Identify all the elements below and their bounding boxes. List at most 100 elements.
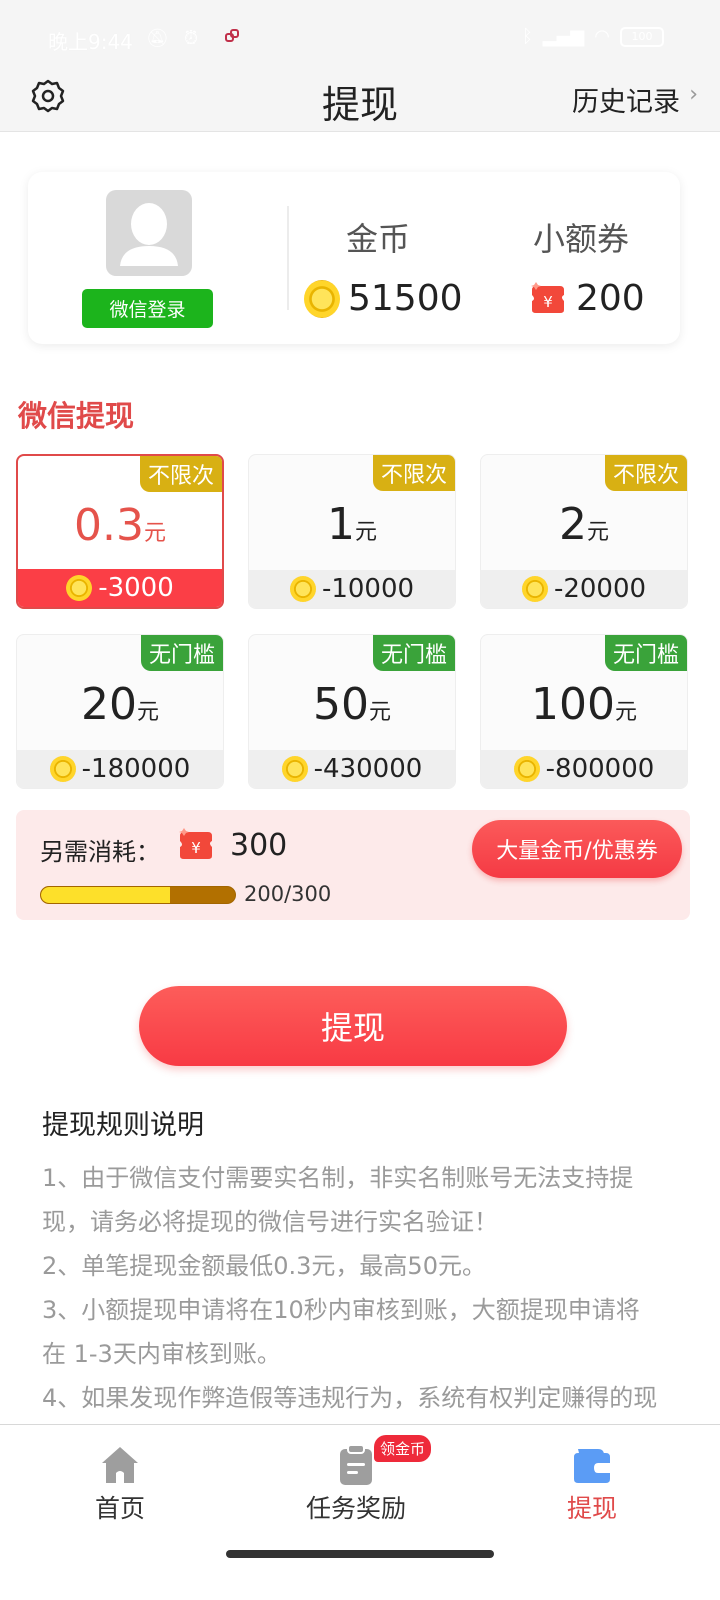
rule-item: 1、由于微信支付需要实名制，非实名制账号无法支持提现，请务必将提现的微信号进行实…	[42, 1164, 634, 1236]
battery-icon: 100	[620, 26, 664, 47]
coupon-icon: ¥	[179, 828, 212, 859]
wechat-login-button[interactable]: 微信登录	[82, 289, 213, 328]
home-indicator[interactable]	[226, 1550, 494, 1558]
coupons-value: 200	[576, 278, 645, 319]
coins-value: 51500	[348, 278, 463, 319]
signal-icon: ▂▄▆	[542, 26, 585, 47]
section-title-wechat-withdraw: 微信提现	[18, 399, 135, 433]
option-amount-unit: 元	[143, 521, 166, 546]
option-tag: 无门槛	[372, 635, 455, 671]
app-header: 提现 历史记录 ›	[0, 60, 720, 132]
rules-list: 1、由于微信支付需要实名制，非实名制账号无法支持提现，请务必将提现的微信号进行实…	[42, 1156, 662, 1464]
option-cost-value: -180000	[81, 754, 191, 784]
withdraw-option[interactable]: 无门槛 50元 -430000	[248, 634, 456, 789]
option-amount-unit: 元	[136, 700, 159, 725]
alarm-icon: ⏰︎	[184, 28, 199, 49]
default-user-icon	[120, 203, 178, 266]
rules-title: 提现规则说明	[42, 1110, 204, 1141]
wallet-icon	[574, 1449, 610, 1483]
mute-icon: 🔕︎	[146, 28, 169, 49]
rule-item: 2、单笔提现金额最低0.3元，最高50元。	[42, 1252, 486, 1280]
option-amount-value: 1	[326, 499, 355, 550]
nav-item-withdraw[interactable]: 提现	[472, 1425, 712, 1535]
svg-text:¥: ¥	[191, 839, 201, 857]
option-amount-unit: 元	[354, 520, 377, 545]
withdraw-option[interactable]: 不限次 2元 -20000	[480, 454, 688, 609]
battery-level: 100	[631, 30, 653, 43]
extra-cost-value: 300	[230, 828, 288, 863]
option-cost: -20000	[481, 570, 687, 608]
gold-coin-icon	[513, 756, 540, 782]
option-cost-value: -430000	[313, 754, 423, 784]
option-cost: -800000	[481, 750, 687, 788]
option-tag: 不限次	[604, 455, 687, 491]
bottom-navigation: 首页 任务奖励 领金币 提现	[0, 1424, 720, 1600]
rule-item: 3、小额提现申请将在10秒内审核到账，大额提现申请将在 1-3天内审核到账。	[42, 1296, 640, 1368]
nav-badge-get-coins: 领金币	[374, 1435, 432, 1462]
account-card: 微信登录 金币 51500 小额券 ¥ 200	[28, 172, 680, 344]
option-amount: 2元	[481, 499, 687, 550]
withdraw-option[interactable]: 无门槛 100元 -800000	[480, 634, 688, 789]
coupon-progress-text: 200/300	[244, 882, 332, 906]
option-amount: 50元	[249, 679, 455, 730]
option-cost-value: -3000	[98, 573, 174, 603]
option-amount-unit: 元	[614, 700, 637, 725]
option-amount-value: 0.3	[74, 500, 144, 551]
coupon-progress-bar	[40, 886, 236, 904]
option-tag: 无门槛	[140, 635, 223, 671]
option-amount: 20元	[17, 679, 223, 730]
option-tag: 无门槛	[604, 635, 687, 671]
option-cost: -430000	[249, 750, 455, 788]
option-cost-value: -800000	[545, 754, 655, 784]
gold-coin-icon	[49, 756, 76, 782]
option-tag: 不限次	[372, 455, 455, 491]
svg-text:¥: ¥	[543, 293, 553, 311]
gold-coin-icon	[304, 279, 340, 318]
nav-item-home[interactable]: 首页	[0, 1425, 240, 1535]
status-icons: ᛒ ▂▄▆ ◠ 100	[522, 26, 664, 47]
home-icon	[102, 1447, 138, 1483]
option-amount: 1元	[249, 499, 455, 550]
option-amount: 100元	[481, 679, 687, 730]
divider	[287, 206, 289, 310]
wifi-icon: ◠	[594, 26, 610, 47]
option-amount: 0.3元	[18, 500, 222, 551]
avatar[interactable]	[106, 190, 192, 276]
withdraw-option[interactable]: 不限次 1元 -10000	[248, 454, 456, 609]
status-time: 晚上9:44	[48, 30, 133, 54]
get-more-coins-button[interactable]: 大量金币/优惠券	[472, 820, 682, 878]
coins-label: 金币	[346, 220, 411, 258]
link-icon	[225, 29, 239, 42]
nav-label-home: 首页	[94, 1494, 145, 1523]
option-cost-value: -10000	[321, 574, 415, 604]
option-cost: -10000	[249, 570, 455, 608]
option-amount-value: 100	[531, 679, 615, 730]
option-cost-value: -20000	[553, 574, 647, 604]
option-amount-unit: 元	[586, 520, 609, 545]
nav-label-withdraw: 提现	[566, 1494, 617, 1523]
coupons-label: 小额券	[533, 220, 630, 258]
option-amount-value: 20	[80, 679, 137, 730]
gold-coin-icon	[281, 756, 308, 782]
extra-cost-label: 另需消耗：	[40, 838, 160, 866]
option-amount-value: 2	[558, 499, 587, 550]
option-cost: -180000	[17, 750, 223, 788]
withdraw-option[interactable]: 不限次 0.3元 -3000	[16, 454, 224, 609]
option-tag: 不限次	[139, 456, 222, 492]
nav-item-tasks[interactable]: 任务奖励	[236, 1425, 476, 1535]
option-cost: -3000	[18, 569, 222, 607]
gold-coin-icon	[289, 576, 316, 602]
coins-balance: 51500	[304, 278, 463, 319]
history-link[interactable]: 历史记录	[572, 80, 680, 119]
coupons-balance: ¥ 200	[528, 278, 645, 319]
option-amount-unit: 元	[368, 700, 391, 725]
coupon-progress-fill	[41, 887, 171, 903]
gold-coin-icon	[66, 575, 93, 601]
withdraw-button[interactable]: 提现	[139, 986, 567, 1066]
coupon-icon: ¥	[531, 281, 564, 313]
chevron-right-icon[interactable]: ›	[689, 82, 698, 107]
nav-label-tasks: 任务奖励	[305, 1494, 406, 1523]
withdraw-option[interactable]: 无门槛 20元 -180000	[16, 634, 224, 789]
extra-cost-panel: 另需消耗： ¥ 300 大量金币/优惠券 200/300	[16, 810, 690, 920]
bluetooth-icon: ᛒ	[521, 26, 533, 47]
